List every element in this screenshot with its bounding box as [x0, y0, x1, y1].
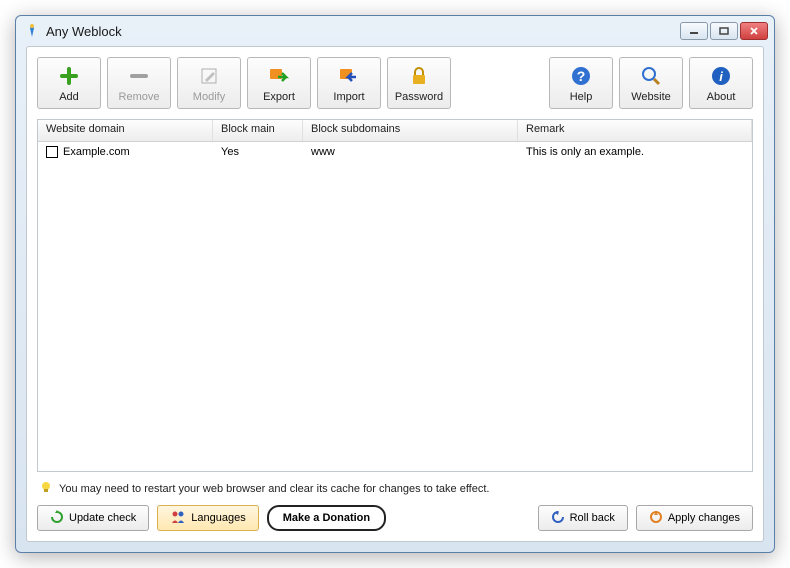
app-icon — [24, 23, 40, 39]
header-domain[interactable]: Website domain — [38, 120, 213, 141]
cell-blockmain: Yes — [213, 144, 303, 160]
apply-icon — [649, 510, 663, 527]
table-row[interactable]: Example.com Yes www This is only an exam… — [38, 142, 752, 162]
undo-icon — [551, 510, 565, 527]
toolbar: Add Remove Modify Export Import Password — [37, 57, 753, 109]
minus-icon — [127, 64, 151, 88]
apply-button[interactable]: Apply changes — [636, 505, 753, 531]
about-button[interactable]: i About — [689, 57, 753, 109]
add-button[interactable]: Add — [37, 57, 101, 109]
update-check-button[interactable]: Update check — [37, 505, 149, 531]
minimize-button[interactable] — [680, 22, 708, 40]
people-icon — [170, 510, 186, 527]
cell-domain: Example.com — [38, 144, 213, 160]
svg-text:i: i — [719, 69, 723, 84]
lightbulb-icon — [39, 480, 53, 497]
export-icon — [267, 64, 291, 88]
pencil-icon — [197, 64, 221, 88]
titlebar: Any Weblock — [16, 16, 774, 46]
svg-text:?: ? — [577, 68, 586, 84]
import-icon — [337, 64, 361, 88]
maximize-button[interactable] — [710, 22, 738, 40]
header-blockmain[interactable]: Block main — [213, 120, 303, 141]
donate-button[interactable]: Make a Donation — [267, 505, 386, 531]
window-controls — [680, 22, 768, 40]
modify-button[interactable]: Modify — [177, 57, 241, 109]
app-window: Any Weblock Add Remove Modify Export — [15, 15, 775, 553]
magnifier-icon — [639, 64, 663, 88]
hint-bar: You may need to restart your web browser… — [37, 472, 753, 505]
cell-blocksub: www — [303, 144, 518, 160]
header-remark[interactable]: Remark — [518, 120, 752, 141]
close-button[interactable] — [740, 22, 768, 40]
content-area: Add Remove Modify Export Import Password — [26, 46, 764, 542]
password-button[interactable]: Password — [387, 57, 451, 109]
refresh-icon — [50, 510, 64, 527]
languages-button[interactable]: Languages — [157, 505, 258, 531]
table-header: Website domain Block main Block subdomai… — [38, 120, 752, 142]
cell-remark: This is only an example. — [518, 144, 752, 160]
info-icon: i — [709, 64, 733, 88]
footer-bar: Update check Languages Make a Donation R… — [37, 505, 753, 531]
lock-icon — [407, 64, 431, 88]
header-blocksub[interactable]: Block subdomains — [303, 120, 518, 141]
help-button[interactable]: ? Help — [549, 57, 613, 109]
row-checkbox[interactable] — [46, 146, 58, 158]
import-button[interactable]: Import — [317, 57, 381, 109]
hint-text: You may need to restart your web browser… — [59, 483, 489, 495]
plus-icon — [57, 64, 81, 88]
help-icon: ? — [569, 64, 593, 88]
window-title: Any Weblock — [46, 24, 680, 39]
website-button[interactable]: Website — [619, 57, 683, 109]
export-button[interactable]: Export — [247, 57, 311, 109]
rollback-button[interactable]: Roll back — [538, 505, 628, 531]
domain-table: Website domain Block main Block subdomai… — [37, 119, 753, 472]
remove-button[interactable]: Remove — [107, 57, 171, 109]
